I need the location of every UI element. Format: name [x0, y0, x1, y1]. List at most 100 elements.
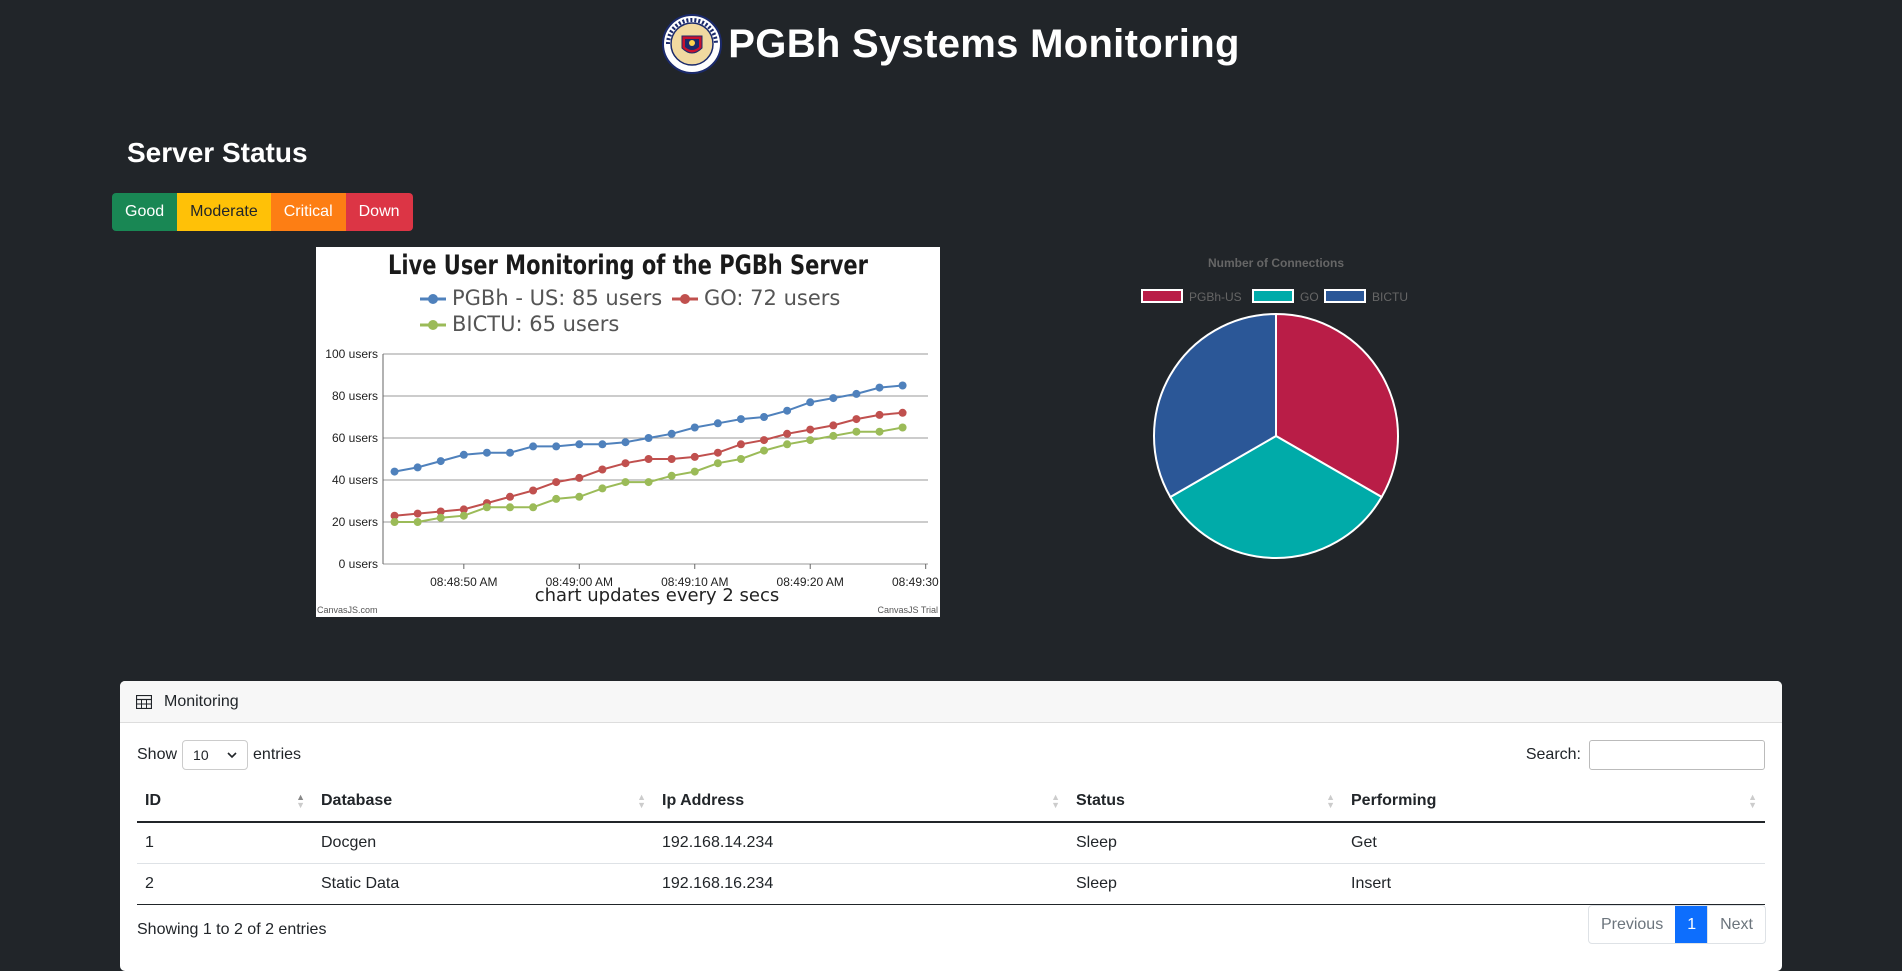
data-point: [690, 467, 699, 476]
pie-legend-label: GO: [1300, 290, 1319, 304]
data-point: [875, 410, 884, 419]
data-point: [690, 452, 699, 461]
data-point: [806, 436, 815, 445]
status-down-button[interactable]: Down: [345, 193, 413, 231]
legend-entry: PGBh - US: 85 users: [452, 286, 662, 310]
card-title: Monitoring: [164, 692, 239, 710]
table-icon: [136, 694, 152, 709]
cell-performing: Insert: [1343, 863, 1765, 905]
table-info: Showing 1 to 2 of 2 entries: [137, 921, 327, 938]
data-point: [506, 492, 515, 501]
data-point: [644, 478, 653, 487]
data-point: [436, 457, 445, 466]
data-point: [644, 434, 653, 442]
sort-icon: ▲ ▼: [1326, 792, 1335, 810]
page-length-value: 10: [193, 747, 209, 763]
search-input[interactable]: [1589, 740, 1765, 770]
table-controls: Show 10 entries Search:: [137, 739, 1765, 771]
pie-title: Number of Connections: [1208, 256, 1344, 270]
data-point: [806, 425, 815, 434]
cell-database: Docgen: [313, 822, 654, 864]
data-point: [852, 389, 861, 398]
y-tick-label: 60 users: [332, 431, 378, 445]
data-point: [713, 419, 722, 428]
data-point: [575, 473, 584, 482]
data-point: [621, 459, 630, 468]
data-point: [413, 463, 422, 472]
entries-label: entries: [253, 746, 302, 763]
x-tick-label: 08:49:30 AM: [892, 575, 940, 589]
data-point: [575, 440, 584, 449]
data-point: [667, 471, 676, 480]
chart-title: Live User Monitoring of the PGBh Server: [388, 250, 869, 281]
column-header-ip-address[interactable]: Ip Address ▲ ▼: [654, 781, 1068, 823]
table-row: 1 Docgen 192.168.14.234 Sleep Get: [137, 822, 1765, 864]
status-moderate-button[interactable]: Moderate: [177, 193, 271, 231]
y-tick-label: 80 users: [332, 389, 378, 403]
data-point: [506, 503, 515, 512]
chart-credit-left: CanvasJS.com: [317, 605, 378, 615]
province-seal-logo: [662, 14, 723, 74]
data-point: [875, 383, 884, 392]
data-point: [713, 459, 722, 468]
data-point: [760, 413, 769, 421]
y-tick-label: 20 users: [332, 515, 378, 529]
pie-chart-canvas: Number of Connections PGBh-US GO BICTU: [1141, 256, 1408, 560]
data-point: [875, 427, 884, 436]
data-point: [690, 423, 699, 432]
data-point: [529, 442, 538, 451]
status-good-button[interactable]: Good: [112, 193, 178, 231]
pagination-page-1[interactable]: 1: [1675, 906, 1708, 943]
chart-credit-right: CanvasJS Trial: [877, 605, 938, 615]
cell-id: 2: [137, 863, 313, 905]
page-length-control: Show 10 entries: [137, 740, 301, 770]
search-control: Search:: [1526, 740, 1765, 770]
data-point: [459, 450, 468, 459]
legend-marker-0: [428, 294, 438, 304]
sort-icon: ▲ ▼: [637, 792, 646, 810]
data-point: [575, 492, 584, 501]
column-header-database[interactable]: Database ▲ ▼: [313, 781, 654, 823]
server-status-title: Server Status: [127, 137, 308, 168]
column-header-status[interactable]: Status ▲ ▼: [1068, 781, 1343, 823]
page-length-select[interactable]: 10: [182, 740, 249, 770]
series-line-1: [394, 411, 903, 517]
pagination: Previous 1 Next: [1587, 905, 1766, 944]
data-point: [598, 465, 607, 474]
monitoring-table: ID ▲ ▼ Database ▲ ▼ Ip Address ▲ ▼ Status ▲…: [137, 781, 1765, 905]
data-point: [621, 438, 630, 447]
search-label: Search:: [1525, 746, 1581, 763]
table-header-row: ID ▲ ▼ Database ▲ ▼ Ip Address ▲ ▼ Status ▲…: [137, 781, 1765, 823]
data-point: [829, 394, 838, 403]
data-point: [552, 442, 561, 451]
data-point: [552, 478, 561, 487]
cell-ip-address: 192.168.14.234: [654, 822, 1068, 864]
y-tick-label: 0 users: [339, 557, 378, 571]
pagination-next[interactable]: Next: [1707, 906, 1765, 943]
data-point: [806, 398, 815, 407]
data-point: [390, 467, 399, 476]
show-label: Show: [137, 746, 178, 763]
column-header-id[interactable]: ID ▲ ▼: [137, 781, 313, 823]
chevron-down-icon: [227, 751, 237, 758]
y-tick-label: 100 users: [325, 347, 378, 361]
column-header-performing[interactable]: Performing ▲ ▼: [1343, 781, 1765, 823]
legend-entry: BICTU: 65 users: [452, 312, 619, 336]
live-user-line-chart: Live User Monitoring of the PGBh Server P…: [316, 247, 959, 617]
pie-legend-swatch-1: [1252, 289, 1294, 303]
pie-legend-label: PGBh-US: [1189, 290, 1242, 304]
status-critical-button[interactable]: Critical: [270, 193, 346, 231]
status-legend: Good Moderate Critical Down: [112, 193, 413, 231]
data-point: [436, 513, 445, 522]
cell-status: Sleep: [1068, 822, 1343, 864]
data-point: [667, 429, 676, 438]
cell-status: Sleep: [1068, 863, 1343, 905]
data-point: [852, 427, 861, 436]
data-point: [736, 415, 745, 424]
sort-icon: ▲ ▼: [1748, 792, 1757, 810]
x-tick-label: 08:49:20 AM: [777, 575, 844, 589]
data-point: [760, 446, 769, 455]
pagination-previous[interactable]: Previous: [1589, 906, 1675, 943]
app-title: PGBh Systems Monitoring: [728, 21, 1240, 66]
data-point: [783, 406, 792, 415]
